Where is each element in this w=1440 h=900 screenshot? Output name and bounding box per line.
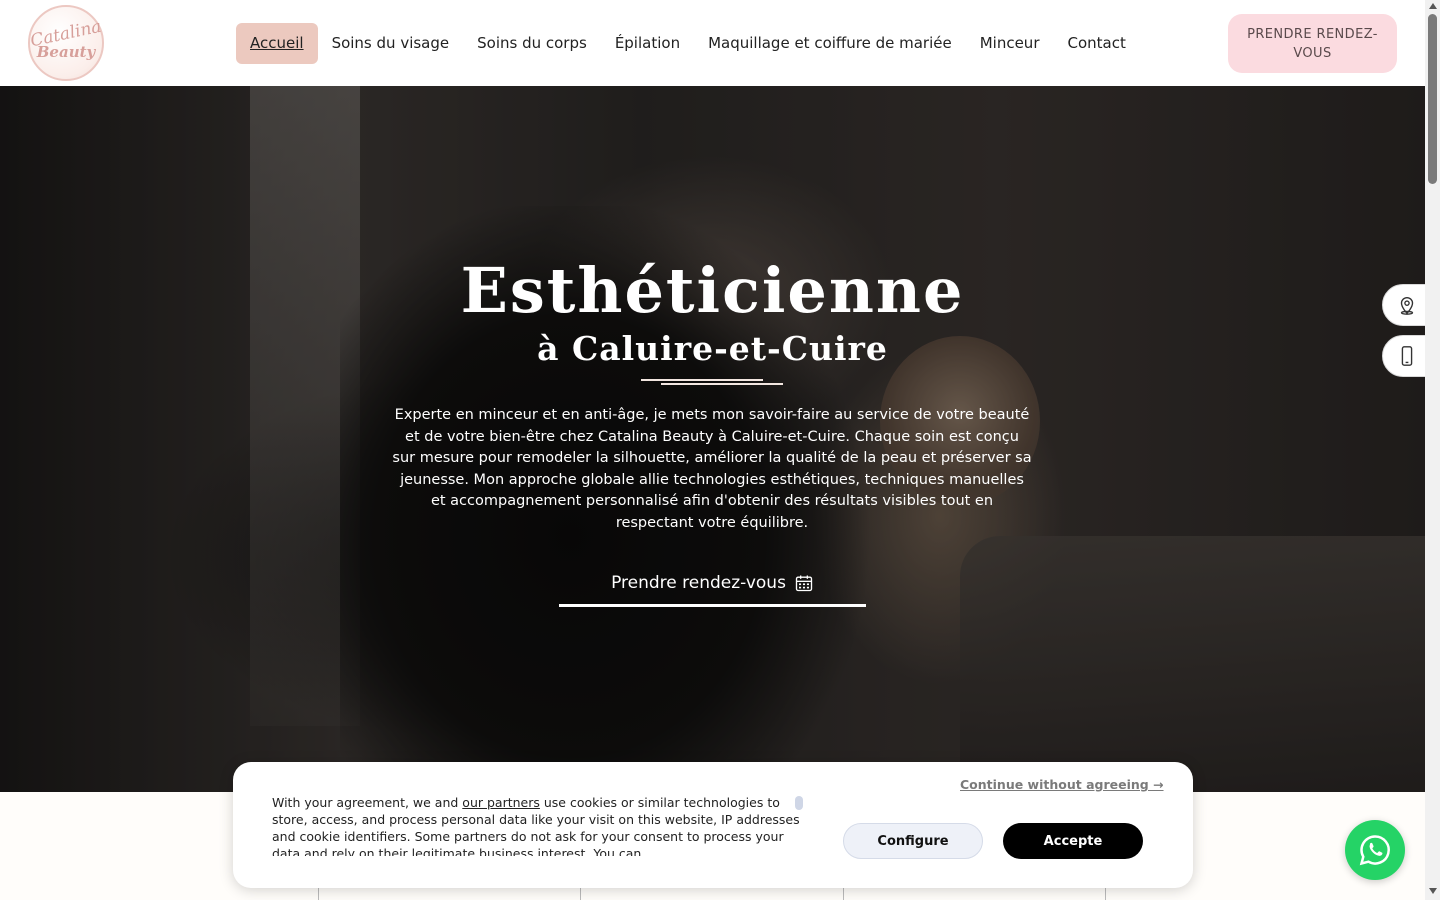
continue-without-agreeing-link[interactable]: Continue without agreeing → [960,777,1164,792]
whatsapp-icon [1359,835,1390,866]
cookie-text: With your agreement, we and our partners… [272,794,802,856]
scrollbar-thumb[interactable] [1428,14,1437,184]
cookie-text-part: With your agreement, we and [272,795,463,810]
hero-appointment-button[interactable]: Prendre rendez-vous [559,562,866,607]
hero-subtitle: à Caluire-et-Cuire [537,329,888,368]
book-appointment-button[interactable]: PRENDRE RENDEZ-VOUS [1228,14,1397,73]
phone-icon [1401,346,1413,366]
cookie-text-scrollbar[interactable] [795,796,803,810]
nav-item-contact[interactable]: Contact [1053,23,1139,64]
cookie-banner: With your agreement, we and our partners… [233,762,1193,888]
configure-button[interactable]: Configure [843,823,983,859]
nav-item-minceur[interactable]: Minceur [966,23,1054,64]
map-pin-icon [1400,297,1414,315]
nav-item-epilation[interactable]: Épilation [601,23,694,64]
nav-item-soins-visage[interactable]: Soins du visage [318,23,464,64]
hero-divider [661,383,783,385]
partners-link[interactable]: our partners [462,795,540,810]
calendar-icon [795,575,813,592]
scroll-up-arrow-icon[interactable] [1429,3,1437,9]
accept-button[interactable]: Accepte [1003,823,1143,859]
hero-title: Esthéticienne [460,254,965,327]
main-nav: Accueil Soins du visage Soins du corps É… [236,23,1140,64]
nav-item-accueil[interactable]: Accueil [236,23,318,64]
hero-section: Esthéticienne à Caluire-et-Cuire Experte… [0,86,1425,792]
nav-item-maquillage[interactable]: Maquillage et coiffure de mariée [694,23,966,64]
catalina-beauty-logo[interactable]: Catalina Beauty [28,5,104,81]
hero-description: Experte en minceur et en anti-âge, je me… [392,407,1032,531]
whatsapp-button[interactable] [1345,820,1405,880]
scroll-down-arrow-icon[interactable] [1429,888,1437,894]
hero-appointment-label: Prendre rendez-vous [611,573,786,593]
site-header: Catalina Beauty Accueil Soins du visage … [0,0,1425,86]
hero-divider [641,379,763,381]
nav-item-soins-corps[interactable]: Soins du corps [463,23,601,64]
